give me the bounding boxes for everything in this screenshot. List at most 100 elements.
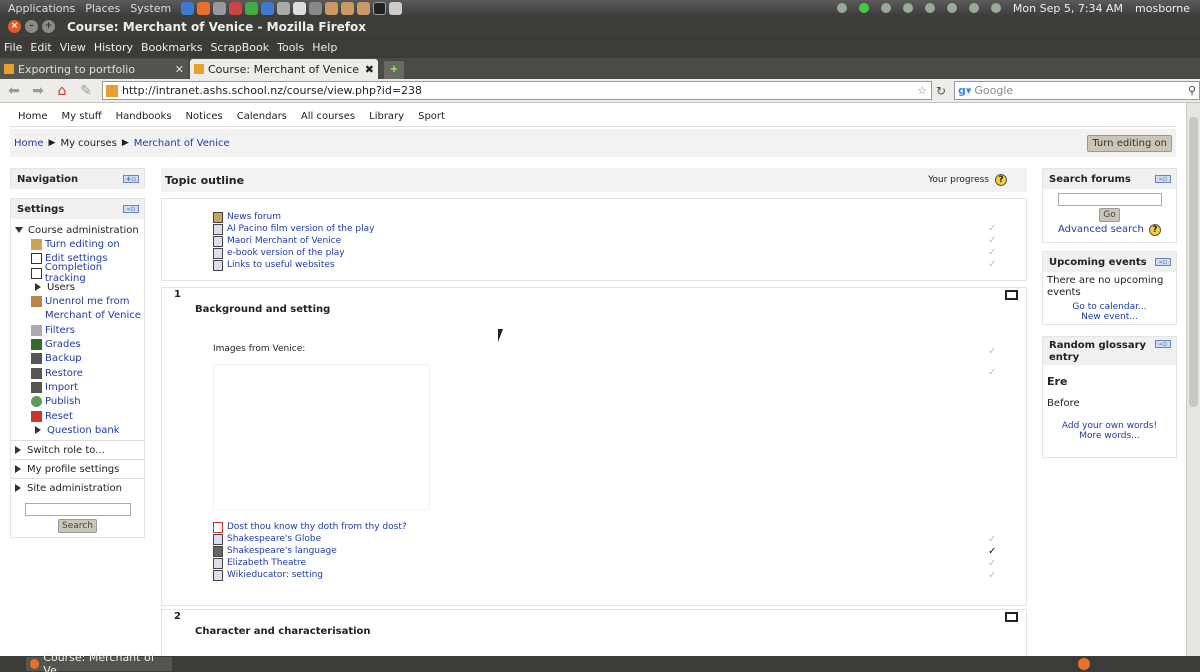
- advanced-search-link[interactable]: Advanced search: [1058, 224, 1144, 235]
- settings-item-unenrol-cont[interactable]: Merchant of Venice: [15, 309, 144, 323]
- launcher-icon[interactable]: [341, 1, 355, 15]
- settings-item-label[interactable]: Grades: [45, 339, 81, 350]
- tab-exporting-to-portfolio[interactable]: Exporting to portfolio ✕: [0, 59, 188, 79]
- site-nav-calendars[interactable]: Calendars: [237, 111, 287, 122]
- settings-search-button[interactable]: Search: [58, 519, 97, 534]
- breadcrumb-course[interactable]: Merchant of Venice: [134, 138, 230, 149]
- tray-icon[interactable]: [836, 3, 847, 13]
- launcher-icon[interactable]: [293, 1, 307, 15]
- monitor-icon[interactable]: [389, 1, 403, 15]
- add-words-link[interactable]: Add your own words!: [1043, 421, 1176, 431]
- url-bar[interactable]: http://intranet.ashs.school.nz/course/vi…: [102, 81, 932, 100]
- scrollbar-thumb[interactable]: [1189, 117, 1198, 407]
- settings-item-label[interactable]: Import: [45, 382, 78, 393]
- site-nav-library[interactable]: Library: [369, 111, 404, 122]
- breadcrumb-home[interactable]: Home: [14, 138, 44, 149]
- activity-globe[interactable]: Shakespeare's Globe: [213, 533, 321, 545]
- site-nav-handbooks[interactable]: Handbooks: [116, 111, 172, 122]
- places-menu[interactable]: Places: [85, 2, 120, 15]
- launcher-icon[interactable]: [277, 1, 291, 15]
- switch-role-row[interactable]: Switch role to...: [11, 440, 144, 459]
- maximize-window-icon[interactable]: +: [42, 20, 55, 33]
- launcher-icon[interactable]: [213, 1, 227, 15]
- launcher-icon[interactable]: [357, 1, 371, 15]
- search-bar[interactable]: g▾ Google ⚲: [954, 81, 1200, 100]
- section-marker-icon[interactable]: [1005, 290, 1018, 300]
- my-profile-row[interactable]: My profile settings: [11, 459, 144, 478]
- menu-view[interactable]: View: [60, 41, 86, 54]
- activity-label[interactable]: Dost thou know thy doth from thy dost?: [227, 522, 407, 532]
- close-window-icon[interactable]: ×: [8, 20, 21, 33]
- bookmark-star-icon[interactable]: ☆: [917, 84, 927, 97]
- activity-maori-merchant[interactable]: Maori Merchant of Venice: [213, 235, 341, 247]
- panel-user[interactable]: mosborne: [1135, 2, 1190, 15]
- activity-news-forum[interactable]: News forum: [213, 211, 281, 223]
- network-icon[interactable]: [880, 3, 891, 13]
- firefox-icon[interactable]: [1078, 658, 1090, 670]
- settings-item-reset[interactable]: Reset: [15, 409, 144, 423]
- system-menu[interactable]: System: [130, 2, 171, 15]
- activity-ebook[interactable]: e-book version of the play: [213, 247, 345, 259]
- completion-check-icon[interactable]: ✓: [988, 558, 996, 569]
- settings-item-restore[interactable]: Restore: [15, 366, 144, 380]
- section-marker-icon[interactable]: [1005, 612, 1018, 622]
- activity-language[interactable]: Shakespeare's language: [213, 545, 337, 557]
- settings-item-backup[interactable]: Backup: [15, 352, 144, 366]
- activity-label[interactable]: Shakespeare's language: [227, 546, 337, 556]
- help-icon[interactable]: ?: [1148, 224, 1161, 236]
- settings-item-grades[interactable]: Grades: [15, 337, 144, 351]
- tab-close-icon[interactable]: ✕: [175, 63, 184, 76]
- completion-check-icon[interactable]: ✓: [988, 346, 996, 357]
- settings-item-label[interactable]: Unenrol me from: [45, 296, 129, 307]
- help-launcher-icon[interactable]: [261, 1, 275, 15]
- tab-close-icon[interactable]: ✖: [365, 63, 374, 76]
- completion-check-icon[interactable]: ✓: [988, 534, 996, 545]
- new-tab-icon[interactable]: +: [384, 61, 404, 79]
- settings-item-completion-tracking[interactable]: Completion tracking: [15, 262, 144, 284]
- page-scrollbar[interactable]: [1186, 103, 1200, 656]
- course-admin-row[interactable]: Course administration: [15, 223, 144, 237]
- forum-go-button[interactable]: Go: [1099, 208, 1120, 222]
- settings-item-label[interactable]: Completion tracking: [45, 262, 144, 284]
- completion-check-icon[interactable]: ✓: [988, 259, 996, 270]
- settings-item-filters[interactable]: Filters: [15, 323, 144, 337]
- bluetooth-icon[interactable]: [924, 3, 935, 13]
- home-icon[interactable]: ⌂: [52, 82, 72, 100]
- settings-item-question-bank[interactable]: Question bank: [15, 423, 144, 437]
- new-event-link[interactable]: New event...: [1043, 312, 1176, 322]
- launcher-icon[interactable]: [309, 1, 323, 15]
- launcher-icon[interactable]: [181, 1, 195, 15]
- activity-wikieducator[interactable]: Wikieducator: setting: [213, 569, 323, 581]
- forward-icon[interactable]: ➡: [28, 82, 48, 100]
- minimize-window-icon[interactable]: –: [25, 20, 38, 33]
- mail-icon[interactable]: [990, 3, 1001, 13]
- menu-file[interactable]: File: [4, 41, 22, 54]
- block-dock-icon[interactable]: –▫: [1155, 175, 1171, 183]
- turn-editing-on-button[interactable]: Turn editing on: [1087, 134, 1172, 152]
- activity-label[interactable]: Elizabeth Theatre: [227, 558, 306, 568]
- completion-check-icon[interactable]: ✓: [988, 247, 996, 258]
- site-nav-my-stuff[interactable]: My stuff: [62, 111, 102, 122]
- forum-search-input[interactable]: [1057, 193, 1162, 206]
- taskbar-firefox-item[interactable]: Course: Merchant of Ve...: [26, 651, 172, 672]
- menu-scrapbook[interactable]: ScrapBook: [210, 41, 269, 54]
- activity-label[interactable]: Shakespeare's Globe: [227, 534, 321, 544]
- activity-links[interactable]: Links to useful websites: [213, 259, 335, 271]
- settings-item-label[interactable]: Filters: [45, 325, 75, 336]
- firefox-icon[interactable]: [197, 1, 211, 15]
- settings-item-label[interactable]: Turn editing on: [45, 239, 120, 250]
- completion-check-done-icon[interactable]: ✓: [988, 546, 996, 557]
- settings-search-input[interactable]: [24, 503, 131, 517]
- activity-elizabeth-theatre[interactable]: Elizabeth Theatre: [213, 557, 306, 569]
- site-admin-row[interactable]: Site administration: [11, 478, 144, 497]
- completion-check-icon[interactable]: ✓: [988, 367, 996, 378]
- block-dock-icon[interactable]: +▫: [123, 175, 139, 183]
- activity-al-pacino-film[interactable]: Al Pacino film version of the play: [213, 223, 374, 235]
- help-icon[interactable]: ?: [995, 174, 1007, 186]
- site-nav-all-courses[interactable]: All courses: [301, 111, 355, 122]
- tray-icon[interactable]: [858, 3, 869, 13]
- menu-bookmarks[interactable]: Bookmarks: [141, 41, 202, 54]
- settings-item-label[interactable]: Question bank: [47, 425, 120, 436]
- settings-item-label[interactable]: Backup: [45, 353, 82, 364]
- block-dock-icon[interactable]: –▫: [1155, 258, 1171, 266]
